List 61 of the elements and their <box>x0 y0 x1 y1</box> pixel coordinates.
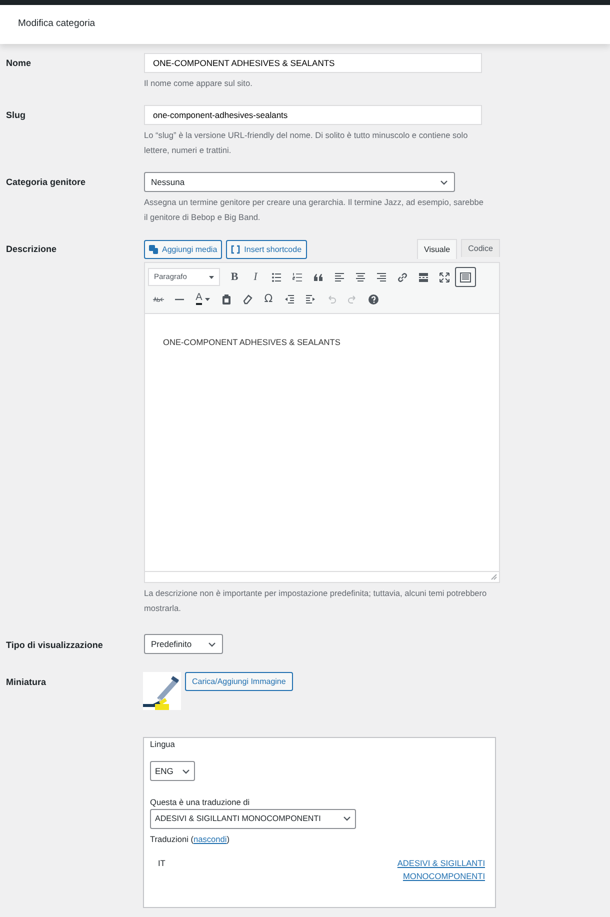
align-center-icon[interactable] <box>355 272 366 282</box>
help-text: La descrizione non è importante per impostazione predefinita; tuttavia, alcuni temi potrebbero mostrarla. <box>144 587 488 615</box>
clipboard-icon[interactable] <box>221 294 232 304</box>
fullscreen-icon[interactable] <box>439 272 450 282</box>
editor-tab[interactable]: Codice <box>461 239 500 257</box>
translation-link[interactable]: ADESIVI & SIGILLANTI MONOCOMPONENTI <box>385 857 485 882</box>
hide-link[interactable]: nascondi <box>194 834 227 844</box>
caret-icon <box>343 816 351 822</box>
upload-image-button[interactable]: Carica/Aggiungi Immagine <box>185 672 293 691</box>
help-text: Lo “slug” è la versione URL-friendly del nome. Di solito è tutto minuscolo e contiene solo lettere, numeri e trattini. <box>144 129 469 157</box>
field-label: Descrizione <box>6 243 58 256</box>
parenthesis: ( <box>190 834 194 844</box>
field-label: Tipo di visualizzazione <box>6 639 104 652</box>
select-dropdown[interactable]: Predefinito <box>144 634 223 654</box>
eraser-icon[interactable] <box>242 294 253 304</box>
field-label: Nome <box>6 57 32 70</box>
field-label: Lingua <box>150 738 176 750</box>
toolbar-button[interactable]: B <box>224 267 245 287</box>
read-more-icon[interactable] <box>418 272 429 282</box>
caret-icon <box>209 276 214 278</box>
resize-grip-icon <box>491 574 497 580</box>
field-label: Questa è una traduzione di <box>150 796 251 809</box>
caret-icon <box>205 298 210 300</box>
caret-icon <box>208 642 216 646</box>
field-label: Slug <box>6 109 26 122</box>
translation-select[interactable]: ADESIVI & SIGILLANTI MONOCOMPONENTI <box>150 808 356 829</box>
editor-content: ONE-COMPONENT ADHESIVES & SEALANTS <box>163 337 340 347</box>
shortcode-button[interactable]: Insert shortcode <box>226 240 307 259</box>
brackets-icon <box>231 245 240 254</box>
language-select[interactable]: ENG <box>150 761 195 782</box>
text-field[interactable]: ONE-COMPONENT ADHESIVES & SEALANTS <box>144 53 482 73</box>
field-label: Traduzioni <box>150 834 190 844</box>
editor-tab[interactable]: Visuale <box>417 239 458 259</box>
toolbar-toggle-button[interactable] <box>455 267 476 287</box>
help-text: Il nome come appare sul sito. <box>144 77 254 90</box>
page-title: Modifica categoria <box>18 17 96 32</box>
outdent-icon[interactable] <box>284 294 295 304</box>
add-media-button[interactable]: Aggiungi media <box>144 240 222 259</box>
parenthesis: ) <box>226 834 230 844</box>
field-label: Categoria genitore <box>6 176 87 189</box>
field-label: Miniatura <box>6 676 48 689</box>
caret-icon <box>182 768 190 774</box>
align-right-icon[interactable] <box>376 272 387 282</box>
text-field[interactable]: one-component-adhesives-sealants <box>144 105 482 125</box>
toolbar-button[interactable]: Ω <box>258 289 279 309</box>
help-text: Assegna un termine genitore per creare una gerarchia. Il termine Jazz, ad esempio, sarebbe il genitore di Bebop e Big Band. <box>144 196 484 224</box>
align-left-icon[interactable] <box>334 272 345 282</box>
select-dropdown[interactable]: Nessuna <box>144 172 455 192</box>
indent-icon[interactable] <box>305 294 316 304</box>
quote-icon[interactable] <box>313 272 324 282</box>
bullet-list-icon[interactable] <box>271 272 282 282</box>
media-icon <box>149 245 158 254</box>
strikethrough-icon[interactable] <box>153 294 164 304</box>
help-icon[interactable] <box>368 294 379 304</box>
caret-icon <box>440 180 448 184</box>
link-icon[interactable] <box>397 272 408 282</box>
text-color-button[interactable]: A <box>190 289 216 309</box>
toolbar-button[interactable]: I <box>245 267 266 287</box>
toolbar-toggle-icon <box>460 272 471 282</box>
language-code: IT <box>158 857 166 870</box>
numbered-list-icon[interactable] <box>292 272 303 282</box>
